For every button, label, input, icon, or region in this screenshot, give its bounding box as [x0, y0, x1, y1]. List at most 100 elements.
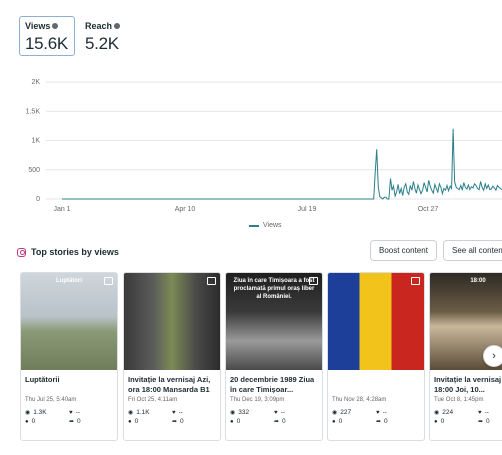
likes-count: --: [484, 409, 489, 416]
story-stats: ◉ 224 ♥ -- ● 0 ➦ 0: [430, 406, 502, 425]
views-count: 227: [340, 409, 352, 416]
instagram-icon: [17, 247, 26, 257]
shares-count: 0: [282, 418, 286, 425]
top-stories-title: Top stories by views: [31, 247, 119, 257]
metric-label: Views: [25, 21, 51, 31]
carousel-icon: [411, 277, 420, 285]
views-count: 224: [442, 409, 454, 416]
metric-tabs: Views 15.6K Reach 5.2K: [19, 16, 139, 56]
story-stats: ◉ 1.3K ♥ -- ● 0 ➦ 0: [21, 406, 117, 425]
carousel-icon: [207, 277, 216, 285]
replies-count: 0: [338, 418, 343, 425]
story-date: Thu Dec 19, 3:09pm: [230, 397, 285, 403]
metric-label: Reach: [85, 21, 113, 31]
heart-icon: ♥: [478, 409, 482, 416]
thumbnail-overlay-text: 18:00: [470, 278, 486, 284]
story-cards: Luptători Luptătorii Thu Jul 25, 5:40am ◉ 1.…: [20, 272, 502, 442]
replies-count: 0: [31, 418, 36, 425]
metric-value: 5.2K: [85, 34, 119, 53]
tab-reach[interactable]: Reach 5.2K: [79, 16, 135, 56]
info-icon[interactable]: [114, 23, 121, 29]
thumbnail-overlay-text: Luptători: [56, 278, 82, 284]
views-count: 332: [238, 409, 250, 416]
thumbnail-overlay-text: Ziua în care Timișoara a fost proclamată…: [233, 278, 315, 300]
see-all-content-button[interactable]: See all content: [443, 240, 502, 261]
reply-icon: ●: [25, 418, 29, 425]
metric-value: 15.6K: [25, 34, 68, 53]
info-icon[interactable]: [52, 23, 59, 29]
shares-count: 0: [77, 418, 81, 425]
x-tick-label: Oct 27: [418, 206, 439, 213]
y-tick-label: 1.5K: [26, 108, 41, 115]
likes-count: --: [280, 409, 285, 416]
y-tick-label: 1K: [31, 138, 40, 145]
legend-label: Views: [263, 222, 282, 229]
heart-icon: ♥: [274, 409, 278, 416]
share-icon: ➦: [172, 419, 178, 425]
views-count: 1.1K: [136, 409, 150, 416]
replies-count: 0: [134, 418, 139, 425]
share-icon: ➦: [478, 419, 484, 425]
story-thumbnail[interactable]: Ziua în care Timișoara a fost proclamată…: [226, 273, 322, 370]
story-title: 20 decembrie 1989 Ziua în care Timișoar.…: [230, 375, 315, 394]
carousel-icon: [309, 277, 318, 285]
reply-icon: ●: [230, 418, 234, 425]
y-tick-label: 500: [28, 167, 40, 174]
shares-count: 0: [384, 418, 388, 425]
story-date: Tue Oct 8, 1:45pm: [434, 397, 484, 403]
boost-content-button[interactable]: Boost content: [370, 240, 437, 261]
reply-icon: ●: [128, 418, 132, 425]
series-line-views: [62, 128, 502, 200]
story-card[interactable]: Invitație la vernisaj Azi, ora 18:00 Man…: [123, 272, 221, 441]
chart-legend: Views: [249, 222, 282, 229]
eye-icon: ◉: [230, 410, 236, 416]
story-date: Thu Jul 25, 5:40am: [25, 397, 77, 403]
views-count: 1.3K: [33, 409, 47, 416]
shares-count: 0: [180, 418, 184, 425]
reply-icon: ●: [332, 418, 336, 425]
likes-count: --: [178, 409, 183, 416]
heart-icon: ♥: [172, 409, 176, 416]
replies-count: 0: [236, 418, 241, 425]
story-title: Luptătorii: [25, 375, 60, 384]
y-tick-label: 0: [36, 196, 40, 203]
story-thumbnail[interactable]: Luptători: [21, 273, 117, 370]
shares-count: 0: [486, 418, 490, 425]
story-card[interactable]: Luptători Luptătorii Thu Jul 25, 5:40am ◉ 1.…: [20, 272, 118, 441]
top-stories-header: Top stories by views Boost content See a…: [17, 240, 502, 264]
story-card[interactable]: Ziua în care Timișoara a fost proclamată…: [225, 272, 323, 441]
x-tick-label: Jan 1: [53, 206, 70, 213]
eye-icon: ◉: [128, 410, 134, 416]
story-stats: ◉ 332 ♥ -- ● 0 ➦ 0: [226, 406, 322, 425]
tab-views[interactable]: Views 15.6K: [19, 16, 75, 56]
story-date: Fri Oct 25, 4:11am: [128, 397, 178, 403]
views-line-chart: 2K 1.5K 1K 500 0 Jan 1 Apr 10 Jul 19 Oct 27: [26, 79, 502, 213]
story-thumbnail[interactable]: [124, 273, 220, 370]
eye-icon: ◉: [332, 410, 338, 416]
reply-icon: ●: [434, 418, 438, 425]
story-stats: ◉ 227 ♥ -- ● 0 ➦ 0: [328, 406, 424, 425]
story-thumbnail[interactable]: [328, 273, 424, 370]
story-title: [328, 370, 424, 396]
heart-icon: ♥: [69, 409, 73, 416]
eye-icon: ◉: [25, 410, 31, 416]
replies-count: 0: [440, 418, 445, 425]
legend-swatch: [249, 224, 259, 227]
heart-icon: ♥: [376, 409, 380, 416]
story-date: Thu Nov 28, 4:28am: [332, 397, 387, 403]
chevron-right-icon[interactable]: ›: [483, 345, 502, 367]
likes-count: --: [382, 409, 387, 416]
share-icon: ➦: [274, 419, 280, 425]
story-stats: ◉ 1.1K ♥ -- ● 0 ➦ 0: [124, 406, 220, 425]
x-tick-label: Jul 19: [298, 206, 317, 213]
share-icon: ➦: [69, 419, 75, 425]
eye-icon: ◉: [434, 410, 440, 416]
y-tick-label: 2K: [31, 79, 40, 86]
likes-count: --: [75, 409, 80, 416]
carousel-icon: [104, 277, 113, 285]
share-icon: ➦: [376, 419, 382, 425]
x-tick-label: Apr 10: [175, 206, 196, 213]
story-title: Invitație la vernisaj Azi, ora 18:00 Man…: [128, 375, 211, 394]
story-title: Invitație la vernisaj 18:00 Joi, 10...: [434, 375, 502, 394]
story-card[interactable]: Thu Nov 28, 4:28am ◉ 227 ♥ -- ● 0 ➦ 0: [327, 272, 425, 441]
